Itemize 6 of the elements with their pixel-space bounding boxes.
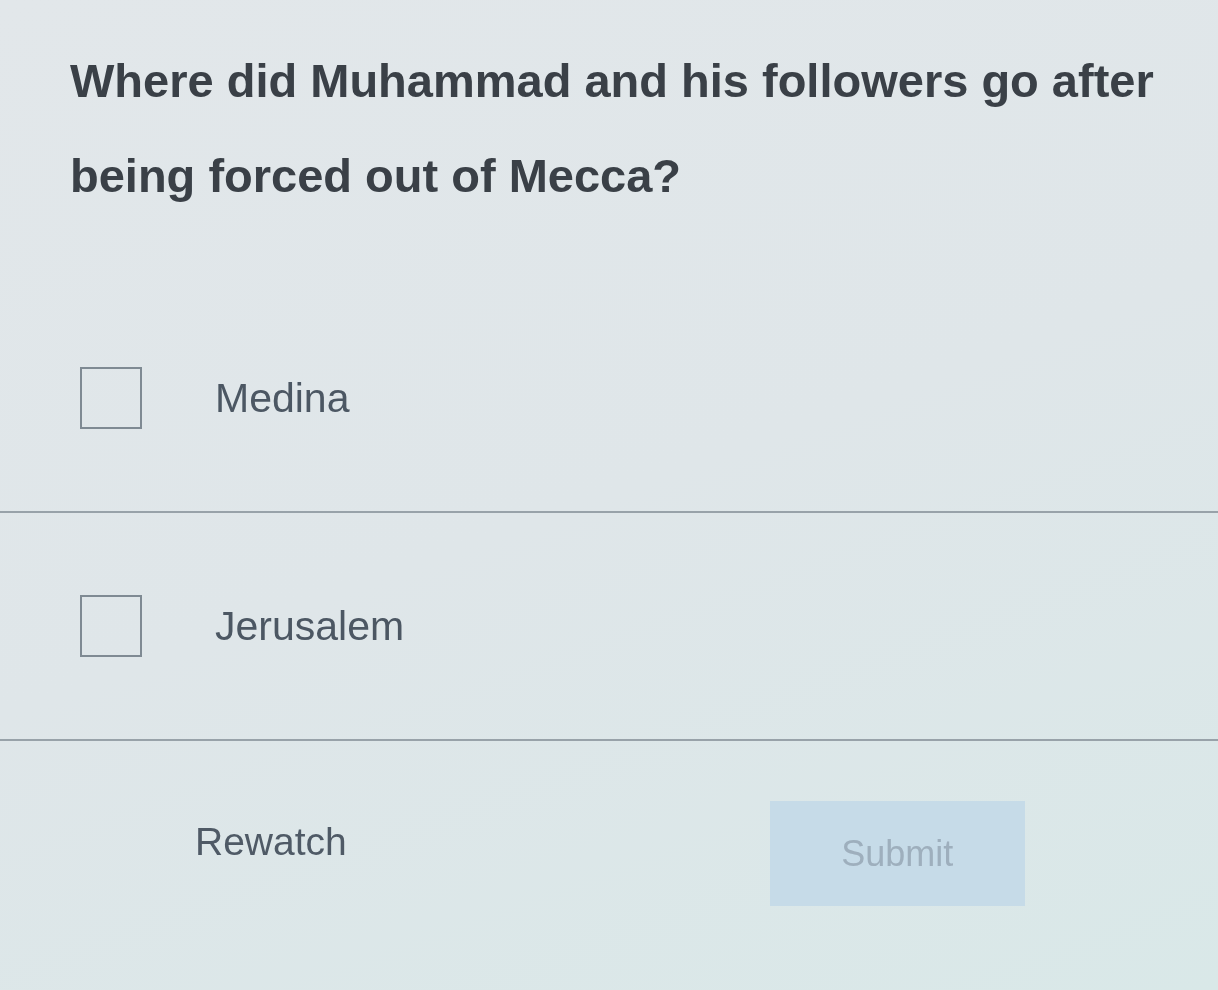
question-text: Where did Muhammad and his followers go after being forced out of Mecca? <box>70 53 1155 204</box>
checkbox[interactable] <box>80 367 142 429</box>
option-label[interactable]: Medina <box>215 374 350 422</box>
checkbox[interactable] <box>80 595 142 657</box>
rewatch-button[interactable]: Rewatch <box>195 819 347 864</box>
option-label[interactable]: Jerusalem <box>215 602 405 650</box>
